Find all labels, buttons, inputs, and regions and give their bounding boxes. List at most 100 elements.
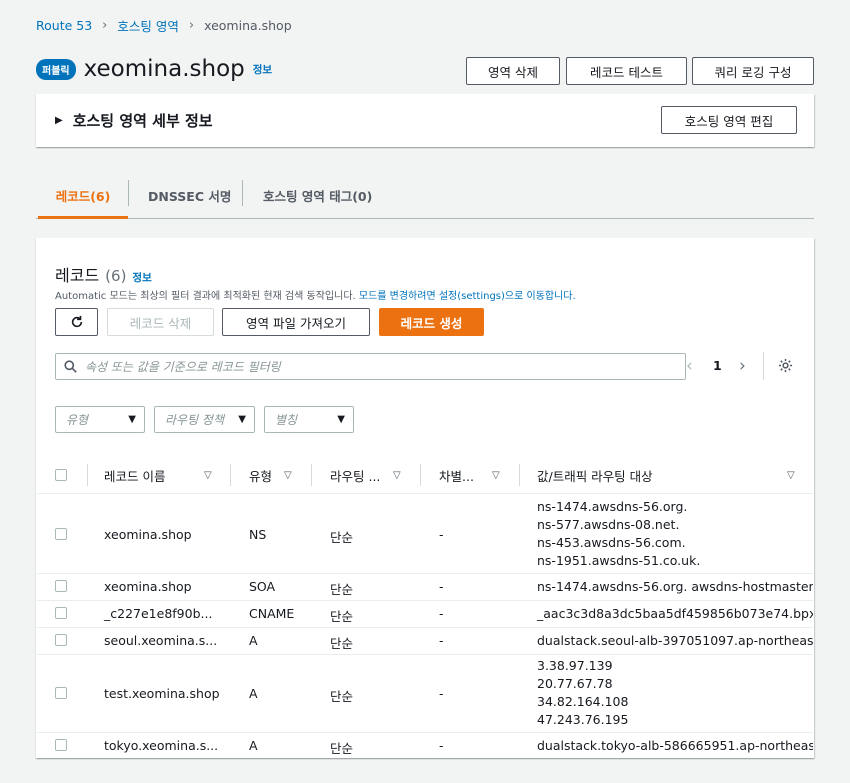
refresh-icon <box>71 315 82 328</box>
caret-right-icon: ▶ <box>55 115 63 126</box>
record-routing: 단순 <box>330 582 354 597</box>
routing-filter-label: 라우팅 정책 <box>165 413 225 427</box>
row-checkbox[interactable] <box>55 528 67 540</box>
sort-icon: ▽ <box>393 469 401 481</box>
row-checkbox[interactable] <box>55 687 67 699</box>
page-title: xeomina.shop <box>83 56 245 82</box>
configure-query-logging-button[interactable]: 쿼리 로깅 구성 <box>692 57 814 85</box>
edit-hosted-zone-button[interactable]: 호스팅 영역 편집 <box>661 106 797 134</box>
public-badge: 퍼블릭 <box>36 58 76 80</box>
column-label: 차별... <box>439 468 474 484</box>
record-differentiator: - <box>439 633 444 648</box>
record-routing: 단순 <box>330 689 354 704</box>
row-checkbox[interactable] <box>55 634 67 646</box>
column-divider <box>519 464 520 486</box>
row-checkbox[interactable] <box>55 607 67 619</box>
settings-link[interactable]: 모드를 변경하려면 설정(settings)으로 이동합니다. <box>359 291 576 302</box>
table-row[interactable]: test.xeomina.shop A 단순 - 3.38.97.139 20.… <box>37 655 813 733</box>
info-link[interactable]: 정보 <box>253 62 272 77</box>
record-value: ns-577.awsdns-08.net. <box>537 517 680 532</box>
record-name: seoul.xeomina.s... <box>104 633 218 648</box>
records-count: (6) <box>105 267 127 285</box>
breadcrumb: Route 53 › 호스팅 영역 › xeomina.shop <box>36 16 292 35</box>
caret-down-icon: ▼ <box>238 414 246 425</box>
alias-filter-label: 별칭 <box>275 413 298 427</box>
column-label: 레코드 이름 <box>104 468 166 484</box>
record-type: A <box>249 633 258 648</box>
tab-tags[interactable]: 호스팅 영역 태그(0) <box>263 172 372 218</box>
create-record-button[interactable]: 레코드 생성 <box>379 308 484 336</box>
breadcrumb-current: xeomina.shop <box>204 18 292 33</box>
search-icon <box>64 360 77 373</box>
record-type: NS <box>249 527 267 542</box>
page-number[interactable]: 1 <box>713 358 722 373</box>
column-record-name[interactable]: 레코드 이름 ▽ <box>104 456 230 494</box>
delete-zone-button[interactable]: 영역 삭제 <box>466 57 560 85</box>
record-value: ns-1951.awsdns-51.co.uk. <box>537 553 701 568</box>
details-toggle[interactable]: ▶ 호스팅 영역 세부 정보 <box>55 110 213 131</box>
alias-filter-select[interactable]: 별칭 ▼ <box>264 406 354 433</box>
delete-record-button[interactable]: 레코드 삭제 <box>107 308 214 336</box>
refresh-button[interactable] <box>55 308 98 336</box>
record-routing: 단순 <box>330 636 354 651</box>
record-filter-input[interactable]: 속성 또는 값을 기준으로 레코드 필터링 <box>55 353 686 380</box>
record-type: CNAME <box>249 606 295 621</box>
chevron-left-icon[interactable]: ‹ <box>686 356 693 376</box>
breadcrumb-route53[interactable]: Route 53 <box>36 18 92 33</box>
chevron-right-icon: › <box>102 18 108 33</box>
test-record-button[interactable]: 레코드 테스트 <box>566 57 687 85</box>
record-name: xeomina.shop <box>104 527 192 542</box>
record-differentiator: - <box>439 686 444 701</box>
records-description: Automatic 모드는 최상의 필터 결과에 최적화된 현재 검색 동작입니… <box>55 287 576 302</box>
table-row[interactable]: xeomina.shop NS 단순 - ns-1474.awsdns-56.o… <box>37 494 813 574</box>
description-text: Automatic 모드는 최상의 필터 결과에 최적화된 현재 검색 동작입니… <box>55 291 359 302</box>
column-differentiator[interactable]: 차별... ▽ <box>439 456 519 494</box>
breadcrumb-hosted-zones[interactable]: 호스팅 영역 <box>117 16 178 35</box>
tab-records[interactable]: 레코드(6) <box>38 172 128 219</box>
sort-icon: ▽ <box>787 469 795 481</box>
record-value: dualstack.tokyo-alb-586665951.ap-northea… <box>537 738 813 753</box>
records-table-header: 레코드 이름 ▽ 유형 ▽ 라우팅 ... ▽ 차별... ▽ 값/트래픽 라우팅 대상… <box>37 456 813 494</box>
record-type: SOA <box>249 579 276 594</box>
select-all-checkbox[interactable] <box>55 469 67 481</box>
record-type: A <box>249 686 258 701</box>
import-zone-file-button[interactable]: 영역 파일 가져오기 <box>222 308 370 336</box>
record-value: ns-1474.awsdns-56.org. <box>537 499 688 514</box>
record-type: A <box>249 738 258 753</box>
record-value: 20.77.67.78 <box>537 676 613 691</box>
table-row[interactable]: xeomina.shop SOA 단순 - ns-1474.awsdns-56.… <box>37 574 813 601</box>
caret-down-icon: ▼ <box>128 414 136 425</box>
column-type[interactable]: 유형 ▽ <box>249 456 311 494</box>
record-value: 34.82.164.108 <box>537 694 629 709</box>
row-checkbox[interactable] <box>55 739 67 751</box>
record-routing: 단순 <box>330 609 354 624</box>
caret-down-icon: ▼ <box>337 414 345 425</box>
records-heading: 레코드 (6) 정보 <box>55 262 152 286</box>
details-title: 호스팅 영역 세부 정보 <box>72 112 213 130</box>
gear-icon[interactable] <box>778 358 793 377</box>
table-row[interactable]: _c227e1e8f90b... CNAME 단순 - _aac3c3d8a3d… <box>37 601 813 628</box>
record-differentiator: - <box>439 527 444 542</box>
record-differentiator: - <box>439 606 444 621</box>
column-label: 유형 <box>249 468 273 484</box>
chevron-right-icon[interactable]: › <box>739 356 746 376</box>
record-value: dualstack.seoul-alb-397051097.ap-northea… <box>537 633 813 648</box>
routing-policy-filter-select[interactable]: 라우팅 정책 ▼ <box>154 406 255 433</box>
page-header: 퍼블릭 xeomina.shop 정보 <box>36 56 272 82</box>
table-row[interactable]: seoul.xeomina.s... A 단순 - dualstack.seou… <box>37 628 813 655</box>
row-checkbox[interactable] <box>55 580 67 592</box>
record-value: 3.38.97.139 <box>537 658 613 673</box>
table-row[interactable]: tokyo.xeomina.s... A 단순 - dualstack.toky… <box>37 733 813 758</box>
column-routing[interactable]: 라우팅 ... ▽ <box>330 456 420 494</box>
column-divider <box>87 464 88 486</box>
type-filter-label: 유형 <box>66 413 89 427</box>
column-value[interactable]: 값/트래픽 라우팅 대상 ▽ <box>537 456 801 494</box>
records-info-link[interactable]: 정보 <box>132 270 151 285</box>
type-filter-select[interactable]: 유형 ▼ <box>55 406 145 433</box>
sort-icon: ▽ <box>284 469 292 481</box>
record-value: ns-453.awsdns-56.com. <box>537 535 686 550</box>
hosted-zone-details-panel: ▶ 호스팅 영역 세부 정보 호스팅 영역 편집 <box>36 94 814 147</box>
tab-dnssec[interactable]: DNSSEC 서명 <box>148 172 231 218</box>
record-value: ns-1474.awsdns-56.org. awsdns-hostmaster… <box>537 579 813 594</box>
records-title: 레코드 <box>55 266 100 285</box>
